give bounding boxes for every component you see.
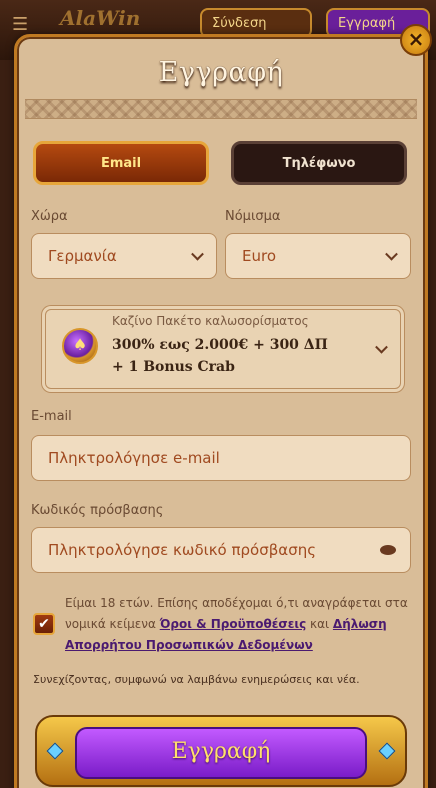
welcome-bonus-select[interactable]: ♠ Καζίνο Πακέτο καλωσορίσματος 300% εως …	[45, 309, 401, 389]
bonus-line-1: 300% εως 2.000€ + 300 ΔΠ	[112, 337, 328, 353]
email-placeholder: Πληκτρολόγησε e-mail	[48, 449, 220, 467]
bonus-line-2: + 1 Bonus Crab	[112, 359, 235, 375]
terms-and: και	[310, 617, 330, 631]
terms-text: Είμαι 18 ετών. Επίσης αποδέχομαι ό,τι αν…	[65, 593, 415, 656]
close-icon[interactable]: ×	[400, 24, 432, 56]
bonus-subtitle: Καζίνο Πακέτο καλωσορίσματος	[112, 314, 309, 328]
country-value: Γερμανία	[48, 247, 117, 265]
register-submit-button[interactable]: Εγγραφή	[75, 727, 367, 779]
bonus-description: 300% εως 2.000€ + 300 ΔΠ + 1 Bonus Crab	[112, 334, 328, 378]
tab-email[interactable]: Email	[33, 141, 209, 185]
password-field[interactable]: Πληκτρολόγησε κωδικό πρόσβασης	[31, 527, 411, 573]
site-logo: AlaWin	[60, 6, 141, 30]
submit-area: Εγγραφή	[35, 715, 407, 787]
password-label: Κωδικός πρόσβασης	[31, 503, 164, 518]
registration-modal: Εγγραφή Email Τηλέφωνο Χώρα Γερμανία Νόμ…	[14, 34, 428, 788]
chevron-down-icon	[385, 247, 398, 261]
country-label: Χώρα	[31, 209, 68, 224]
bonus-coin-icon: ♠	[62, 328, 98, 364]
terms-checkbox[interactable]: ✔	[33, 613, 55, 635]
menu-icon[interactable]: ☰	[12, 14, 28, 35]
email-label: E-mail	[31, 409, 72, 424]
currency-select[interactable]: Euro	[225, 233, 411, 279]
chevron-down-icon	[191, 247, 204, 261]
email-field[interactable]: Πληκτρολόγησε e-mail	[31, 435, 411, 481]
chevron-down-icon	[375, 340, 388, 354]
password-placeholder: Πληκτρολόγησε κωδικό πρόσβασης	[48, 541, 317, 559]
country-select[interactable]: Γερμανία	[31, 233, 217, 279]
decorative-divider	[25, 99, 417, 119]
currency-value: Euro	[242, 247, 276, 265]
consent-text: Συνεχίζοντας, συμφωνώ να λαμβάνω ενημερώ…	[33, 673, 360, 686]
terms-conditions-link[interactable]: Όροι & Προϋποθέσεις	[160, 617, 306, 631]
eye-icon[interactable]	[380, 545, 396, 555]
modal-title: Εγγραφή	[158, 57, 284, 88]
tab-phone[interactable]: Τηλέφωνο	[231, 141, 407, 185]
currency-label: Νόμισμα	[225, 209, 281, 224]
